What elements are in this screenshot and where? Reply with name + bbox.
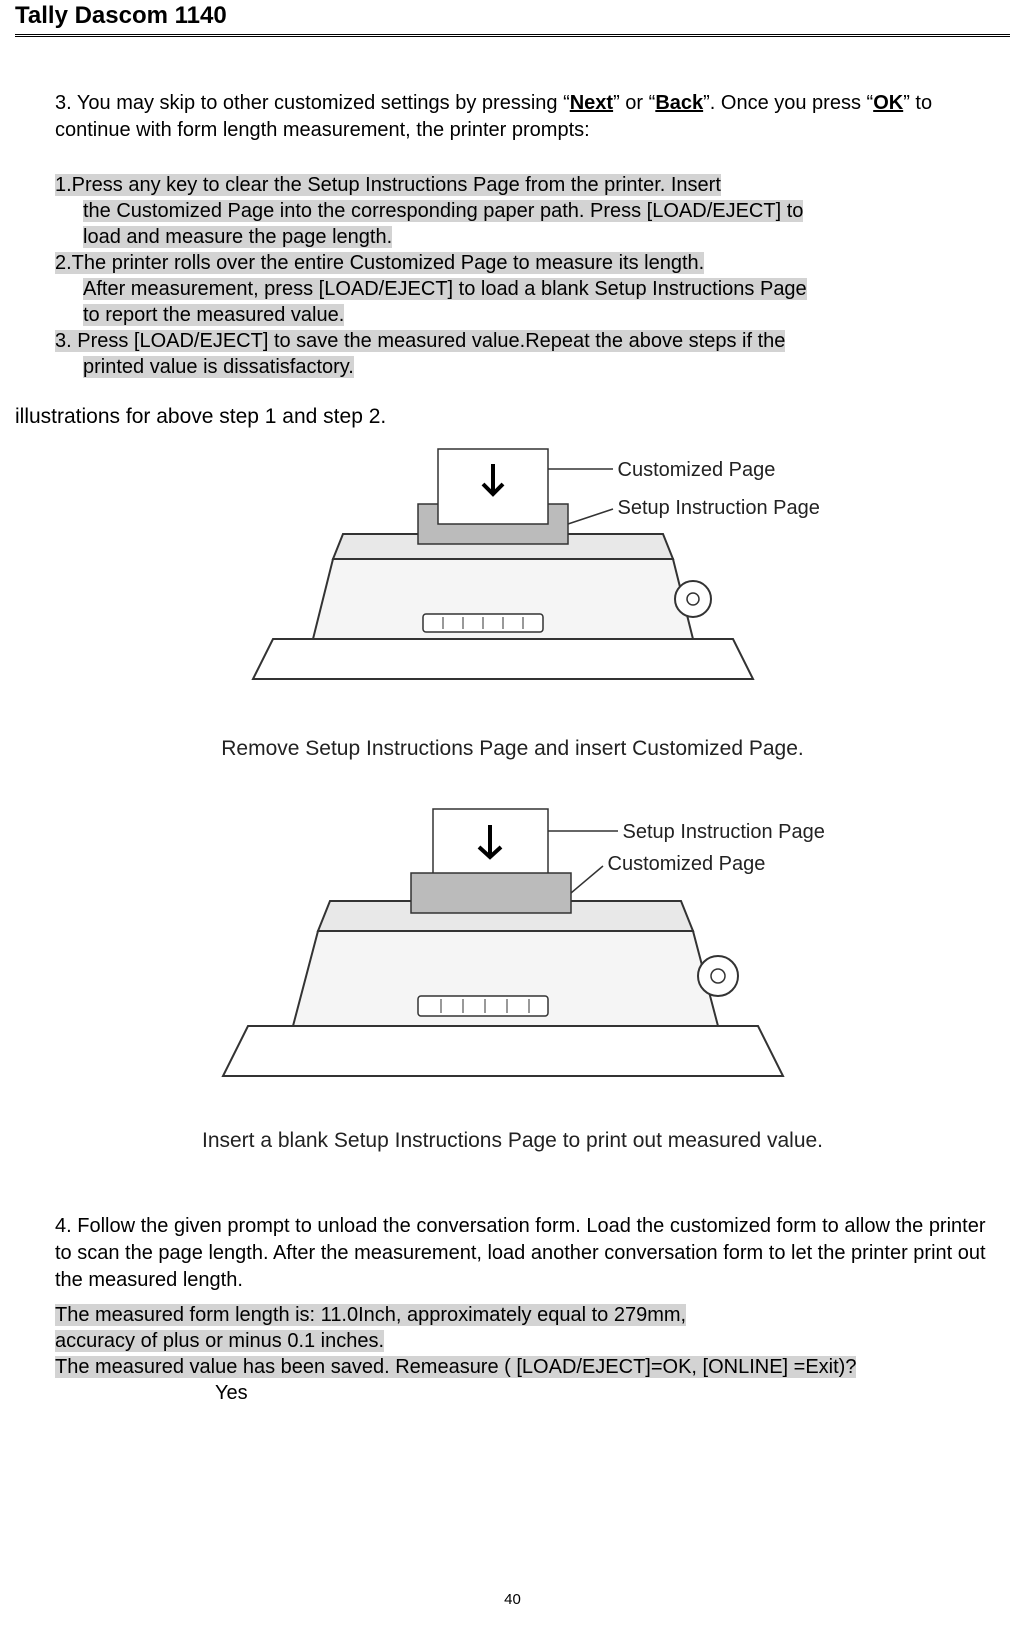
instr-2b: After measurement, press [LOAD/EJECT] to… — [83, 278, 807, 300]
figure-1: Customized Page Setup Instruction Page — [193, 439, 833, 719]
result-l4: Yes — [55, 1380, 248, 1406]
next-label: Next — [570, 92, 613, 114]
illustration-intro: illustrations for above step 1 and step … — [15, 405, 1010, 429]
step3-num: 3. — [55, 92, 72, 114]
instruction-block: 1.Press any key to clear the Setup Instr… — [55, 172, 990, 380]
step-4: 4. Follow the given prompt to unload the… — [55, 1213, 995, 1294]
step4-text: Follow the given prompt to unload the co… — [55, 1215, 986, 1291]
step3-text1: You may skip to other customized setting… — [77, 92, 570, 114]
instr-1a: 1.Press any key to clear the Setup Instr… — [55, 174, 721, 196]
result-block: The measured form length is: 11.0Inch, a… — [55, 1302, 1010, 1406]
instr-2c: to report the measured value. — [83, 304, 344, 326]
instr-3b: printed value is dissatisfactory. — [83, 356, 354, 378]
figure-2: Setup Instruction Page Customized Page — [163, 801, 863, 1111]
step4-num: 4. — [55, 1215, 72, 1237]
header-rule — [15, 34, 1010, 40]
instr-3a: 3. Press [LOAD/EJECT] to save the measur… — [55, 330, 785, 352]
fig2-label-customized: Customized Page — [608, 853, 766, 876]
figure-2-wrap: Setup Instruction Page Customized Page I… — [15, 791, 1010, 1153]
instr-1c: load and measure the page length. — [83, 226, 392, 248]
figure-1-wrap: Customized Page Setup Instruction Page R… — [15, 429, 1010, 761]
fig2-label-setup: Setup Instruction Page — [623, 821, 825, 844]
result-l2: accuracy of plus or minus 0.1 inches. — [55, 1330, 384, 1352]
fig2-caption: Insert a blank Setup Instructions Page t… — [15, 1129, 1010, 1153]
fig1-label-setup: Setup Instruction Page — [618, 497, 820, 520]
instr-2a: 2.The printer rolls over the entire Cust… — [55, 252, 704, 274]
doc-header: Tally Dascom 1140 — [15, 0, 1010, 34]
result-l3: The measured value has been saved. Remea… — [55, 1356, 856, 1378]
back-label: Back — [655, 92, 703, 114]
step3-text3: ”. Once you press “ — [703, 92, 873, 114]
step-3: 3. You may skip to other customized sett… — [55, 90, 990, 144]
fig1-label-customized: Customized Page — [618, 459, 776, 482]
instr-1b: the Customized Page into the correspondi… — [83, 200, 803, 222]
printer-illustration-2-icon — [163, 801, 863, 1111]
doc-title: Tally Dascom 1140 — [15, 2, 227, 29]
step3-text2: ” or “ — [613, 92, 655, 114]
page-number: 40 — [0, 1591, 1025, 1608]
fig1-caption: Remove Setup Instructions Page and inser… — [15, 737, 1010, 761]
ok-label: OK — [873, 92, 903, 114]
result-l1: The measured form length is: 11.0Inch, a… — [55, 1304, 686, 1326]
